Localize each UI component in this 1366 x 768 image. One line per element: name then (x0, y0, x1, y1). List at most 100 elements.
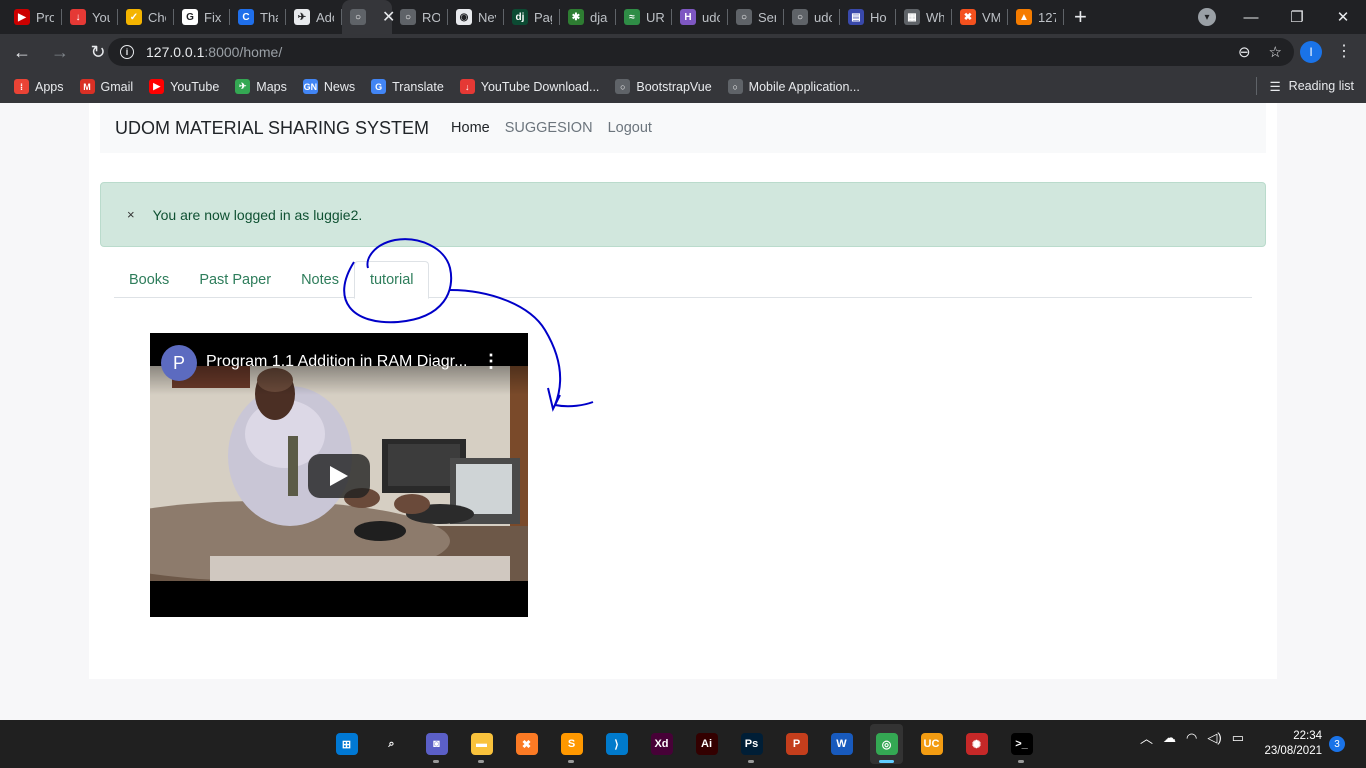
minimize-icon[interactable]: — (1228, 9, 1274, 26)
browser-tab[interactable]: dj Pag (504, 0, 560, 34)
nav-suggestion[interactable]: SUGGESION (505, 120, 593, 136)
close-icon[interactable]: ✕ (1320, 8, 1366, 26)
taskbar-powerpoint-icon[interactable]: P (780, 724, 813, 764)
nav-home[interactable]: Home (451, 120, 490, 136)
tab-title: VM (982, 9, 1000, 25)
taskbar-vscode-icon[interactable]: ⟩ (600, 724, 633, 764)
back-arrow-icon[interactable]: ← (6, 42, 38, 63)
clock-time: 22:34 (1293, 730, 1322, 742)
browser-tab[interactable]: ✱ dja (560, 0, 616, 34)
restore-icon[interactable]: ❐ (1274, 8, 1320, 26)
browser-tab[interactable]: ○ Ser (728, 0, 784, 34)
nav-logout[interactable]: Logout (608, 120, 652, 136)
browser-tab[interactable]: Hudc (672, 0, 728, 34)
tab-notes[interactable]: Notes (286, 261, 354, 298)
reading-list-button[interactable]: ☰ Reading list (1256, 77, 1354, 95)
tab-search-icon[interactable]: ▾ (1198, 8, 1216, 26)
site-brand[interactable]: UDOM MATERIAL SHARING SYSTEM (115, 118, 429, 139)
tab-books[interactable]: Books (114, 261, 184, 298)
bookmark-star-icon[interactable]: ☆ (1269, 43, 1282, 61)
taskbar-start-icon[interactable]: ⊞ (330, 724, 363, 764)
adobe-xd-glyph: Xd (650, 733, 673, 755)
tab-title: URI (646, 9, 664, 25)
tab-title: RO! (422, 9, 440, 25)
browser-tab[interactable]: ○ ✕ (342, 0, 395, 34)
zoom-icon[interactable]: ⊖ (1238, 43, 1251, 61)
taskbar-uc-browser-icon[interactable]: UC (915, 724, 948, 764)
taskbar-antivirus-icon[interactable]: ✺ (960, 724, 993, 764)
bookmark-item[interactable]: ⁞ Apps (14, 79, 64, 94)
browser-tab[interactable]: ▦ Wh (896, 0, 952, 34)
taskbar-clock[interactable]: 22:34 23/08/2021 (1264, 729, 1322, 759)
browser-tab[interactable]: ◉ Nev (448, 0, 504, 34)
volume-icon[interactable]: ◁) (1207, 730, 1221, 746)
taskbar-search-icon[interactable]: ⌕ (375, 724, 408, 764)
video-more-icon[interactable]: ⋮ (482, 351, 500, 372)
bookmark-item[interactable]: GN News (302, 79, 355, 94)
bookmark-label: YouTube (170, 79, 220, 94)
video-title[interactable]: Program 1.1 Addition in RAM Diagr... (206, 353, 467, 371)
bookmark-item[interactable]: ○ BootstrapVue (615, 79, 712, 94)
tab-title: dja (590, 9, 608, 25)
channel-avatar[interactable]: P (161, 345, 197, 381)
browser-tab[interactable]: ✓ Che (118, 0, 174, 34)
browser-tab[interactable]: ○ RO! (392, 0, 448, 34)
taskbar-terminal-icon[interactable]: >_ (1005, 724, 1038, 764)
browser-tab[interactable]: ≈ URI (616, 0, 672, 34)
bookmark-icon: M (79, 79, 95, 94)
tab-title: Che (148, 9, 166, 25)
taskbar-chrome-icon[interactable]: ◎ (870, 724, 903, 764)
forward-arrow-icon[interactable]: → (44, 42, 76, 63)
browser-tab[interactable]: G Fix (174, 0, 230, 34)
taskbar-xampp-icon[interactable]: ✖ (510, 724, 543, 764)
bookmark-label: Gmail (100, 79, 134, 94)
bookmark-item[interactable]: ↓ YouTube Download... (459, 79, 599, 94)
bookmark-item[interactable]: ▶ YouTube (149, 79, 219, 94)
wifi-icon[interactable]: ◠ (1186, 730, 1197, 746)
video-play-button[interactable] (308, 454, 370, 498)
chevron-up-icon[interactable]: ︿ (1140, 728, 1153, 747)
site-info-icon[interactable]: i (120, 45, 134, 59)
new-tab-plus-icon[interactable]: + (1074, 4, 1087, 30)
browser-tab[interactable]: ✈ Adc (286, 0, 342, 34)
tab-title: Tha (260, 9, 278, 25)
illustrator-glyph: Ai (695, 733, 718, 755)
reading-list-icon: ☰ (1269, 79, 1281, 94)
bookmark-item[interactable]: ✈ Maps (235, 79, 287, 94)
tab-favicon-icon: ◉ (456, 9, 472, 25)
taskbar-adobe-xd-icon[interactable]: Xd (645, 724, 678, 764)
bookmark-icon: ○ (615, 79, 631, 94)
taskbar-chat-icon[interactable]: ◙ (420, 724, 453, 764)
taskbar-photoshop-icon[interactable]: Ps (735, 724, 768, 764)
bookmark-item[interactable]: M Gmail (79, 79, 134, 94)
bookmark-item[interactable]: G Translate (371, 79, 444, 94)
browser-tab[interactable]: ↓ You (62, 0, 118, 34)
chrome-glyph: ◎ (875, 733, 898, 755)
notification-badge[interactable]: 3 (1329, 736, 1345, 752)
battery-icon[interactable]: ▭ (1232, 730, 1244, 746)
address-bar[interactable]: i 127.0.0.1:8000/home/ ⊖ ☆ (108, 38, 1294, 66)
kebab-menu-icon[interactable]: ⋮ (1336, 41, 1352, 61)
browser-tab[interactable]: ▤ Ho (840, 0, 896, 34)
browser-tab[interactable]: ○ udc (784, 0, 840, 34)
alert-close-icon[interactable]: × (127, 207, 135, 222)
play-icon (330, 466, 348, 486)
browser-tab[interactable]: ▲ 127 (1008, 0, 1064, 34)
onedrive-icon[interactable]: ☁ (1163, 730, 1176, 746)
browser-tab[interactable]: ✖ VM (952, 0, 1008, 34)
tab-favicon-icon: ○ (792, 9, 808, 25)
taskbar-sublime-icon[interactable]: S (555, 724, 588, 764)
tab-title: Ho (870, 9, 887, 25)
tab-tutorial[interactable]: tutorial (353, 261, 430, 299)
profile-avatar[interactable]: I (1300, 41, 1322, 63)
browser-tab[interactable]: C Tha (230, 0, 286, 34)
bookmarks-bar: ⁞ Apps M Gmail ▶ YouTube ✈ Maps GN News G Translate… (0, 70, 1366, 103)
site-navbar: UDOM MATERIAL SHARING SYSTEM Home SUGGES… (100, 103, 1266, 153)
taskbar-illustrator-icon[interactable]: Ai (690, 724, 723, 764)
browser-tab[interactable]: ▶ Pro (6, 0, 62, 34)
taskbar-word-icon[interactable]: W (825, 724, 858, 764)
tab-past-paper[interactable]: Past Paper (184, 261, 286, 298)
youtube-video-embed[interactable]: P Program 1.1 Addition in RAM Diagr... ⋮ (150, 333, 528, 617)
bookmark-item[interactable]: ○ Mobile Application... (727, 79, 860, 94)
taskbar-file-explorer-icon[interactable]: ▬ (465, 724, 498, 764)
